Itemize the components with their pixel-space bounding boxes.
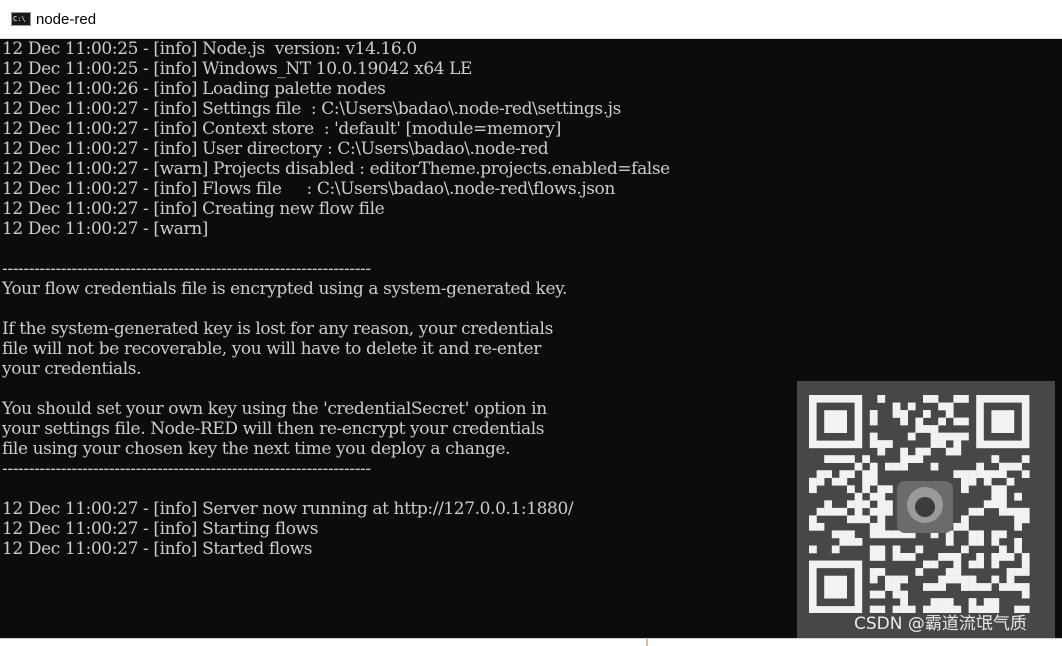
console-line: 12 Dec 11:00:25 - [info] Node.js version… [2, 39, 417, 59]
console-line: Your flow credentials file is encrypted … [2, 279, 568, 299]
console-line: 12 Dec 11:00:27 - [info] Context store :… [2, 119, 561, 139]
window-title: node-red [36, 11, 97, 28]
console-line: 12 Dec 11:00:27 - [warn] Projects disabl… [2, 159, 670, 179]
console-line: 12 Dec 11:00:27 - [info] Server now runn… [2, 499, 574, 519]
console-line: your credentials. [2, 359, 142, 379]
console-line: 12 Dec 11:00:25 - [info] Windows_NT 10.0… [2, 59, 473, 79]
console-line: file using your chosen key the next time… [2, 439, 511, 459]
background-mark [646, 639, 648, 646]
window-bottom-edge [0, 638, 1062, 646]
console-line: 12 Dec 11:00:27 - [warn] [2, 219, 208, 239]
console-line: 12 Dec 11:00:27 - [info] Flows file : C:… [2, 179, 615, 199]
console-line: file will not be recoverable, you will h… [2, 339, 541, 359]
console-line: 12 Dec 11:00:26 - [info] Loading palette… [2, 79, 386, 99]
console-line: You should set your own key using the 'c… [2, 399, 547, 419]
console-lines: 12 Dec 11:00:25 - [info] Node.js version… [2, 39, 670, 559]
console-separator: ----------------------------------------… [2, 459, 371, 479]
title-bar[interactable]: C:\ node-red [0, 0, 1062, 39]
terminal-window: C:\ node-red 12 Dec 11:00:25 - [info] No… [0, 0, 1062, 646]
watermark-text: CSDN @霸道流氓气质 [854, 614, 1027, 634]
console-line: 12 Dec 11:00:27 - [info] User directory … [2, 139, 549, 159]
console-line: your settings file. Node-RED will then r… [2, 419, 545, 439]
console-separator: ----------------------------------------… [2, 259, 371, 279]
console-app-icon[interactable]: C:\ [11, 12, 31, 26]
console-line: 12 Dec 11:00:27 - [info] Started flows [2, 539, 313, 559]
qr-code-icon [809, 395, 1030, 613]
console-line: 12 Dec 11:00:27 - [info] Settings file :… [2, 99, 621, 119]
console-line: 12 Dec 11:00:27 - [info] Creating new fl… [2, 199, 385, 219]
console-line: If the system-generated key is lost for … [2, 319, 553, 339]
watermark-qr-panel [797, 381, 1055, 638]
console-line: 12 Dec 11:00:27 - [info] Starting flows [2, 519, 319, 539]
